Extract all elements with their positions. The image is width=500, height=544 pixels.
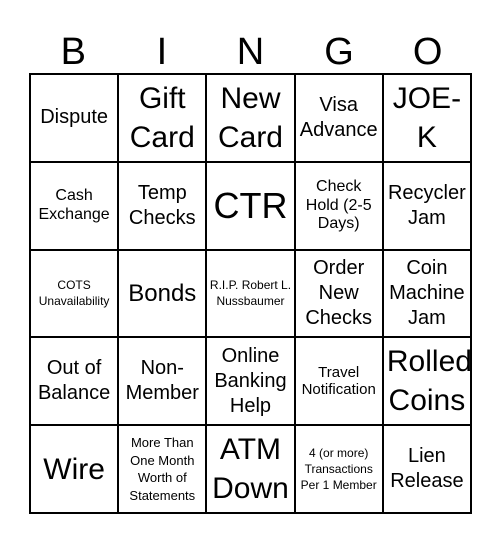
cell-label: Gift Card bbox=[129, 81, 195, 154]
bingo-cell[interactable]: Gift Card bbox=[118, 74, 207, 162]
cell-label: Check Hold (2-5 Days) bbox=[305, 178, 372, 232]
bingo-cell[interactable]: Bonds bbox=[118, 249, 207, 338]
bingo-cell[interactable]: Coin Machine Jam bbox=[382, 249, 471, 338]
header-letter: N bbox=[236, 31, 265, 73]
cell-label: Visa Advance bbox=[299, 93, 378, 141]
cell-label: ATM Down bbox=[212, 433, 289, 506]
header-letter: G bbox=[324, 31, 354, 73]
cell-label: Wire bbox=[43, 452, 105, 486]
bingo-cell[interactable]: More Than One Month Worth of Statements bbox=[118, 425, 207, 513]
header-letter: B bbox=[60, 31, 86, 73]
bingo-cell[interactable]: Out of Balance bbox=[30, 337, 119, 426]
cell-label: R.I.P. Robert L. Nussbaumer bbox=[209, 278, 292, 309]
cell-label: 4 (or more) Transactions Per 1 Member bbox=[300, 445, 377, 493]
bingo-header: BINGO bbox=[29, 30, 472, 74]
bingo-cell[interactable]: R.I.P. Robert L. Nussbaumer bbox=[206, 249, 295, 338]
bingo-cell[interactable]: Recycler Jam bbox=[382, 161, 471, 250]
bingo-cell[interactable]: New Card bbox=[206, 74, 295, 162]
bingo-cell[interactable]: Cash Exchange bbox=[30, 161, 119, 250]
bingo-cell[interactable]: Wire bbox=[30, 425, 119, 513]
cell-label: Travel Notification bbox=[301, 364, 376, 399]
cell-label: More Than One Month Worth of Statements bbox=[129, 435, 196, 503]
header-letter: I bbox=[156, 31, 168, 73]
cell-label: Non-Member bbox=[125, 357, 199, 405]
bingo-cell[interactable]: CTR bbox=[206, 161, 295, 250]
cell-label: COTS Unavailability bbox=[38, 278, 110, 309]
cell-label: Rolled Coins bbox=[386, 345, 471, 418]
cell-label: JOE-K bbox=[392, 81, 462, 154]
bingo-cell[interactable]: COTS Unavailability bbox=[30, 249, 119, 338]
cell-label: Order New Checks bbox=[305, 256, 373, 329]
bingo-cell[interactable]: Order New Checks bbox=[294, 249, 383, 338]
cell-label: Lien Release bbox=[390, 445, 464, 493]
cell-label: Cash Exchange bbox=[38, 187, 110, 223]
cell-label: Coin Machine Jam bbox=[389, 256, 465, 329]
bingo-cell[interactable]: Dispute bbox=[30, 74, 119, 162]
bingo-cell[interactable]: ATM Down bbox=[206, 425, 295, 513]
cell-label: Bonds bbox=[128, 279, 197, 307]
cell-label: Recycler Jam bbox=[387, 181, 466, 229]
header-letter: O bbox=[412, 31, 443, 73]
cell-label: Online Banking Help bbox=[214, 344, 287, 417]
bingo-cell[interactable]: Online Banking Help bbox=[206, 337, 295, 426]
cell-label: Dispute bbox=[40, 106, 108, 129]
bingo-cell[interactable]: Check Hold (2-5 Days) bbox=[294, 161, 383, 250]
bingo-cell[interactable]: Travel Notification bbox=[294, 337, 383, 426]
bingo-cell[interactable]: 4 (or more) Transactions Per 1 Member bbox=[294, 425, 383, 513]
cell-label: Temp Checks bbox=[128, 181, 196, 229]
bingo-cell[interactable]: JOE-K bbox=[382, 74, 471, 162]
bingo-cell[interactable]: Temp Checks bbox=[118, 161, 207, 250]
bingo-grid: Dispute Gift Card New Card Visa Advance JOE-… bbox=[29, 73, 472, 514]
bingo-cell[interactable]: Rolled Coins bbox=[382, 337, 471, 426]
cell-label: New Card bbox=[217, 81, 283, 154]
bingo-cell[interactable]: Non-Member bbox=[118, 337, 207, 426]
cell-label: Out of Balance bbox=[37, 357, 111, 405]
cell-label: CTR bbox=[213, 185, 288, 226]
bingo-cell[interactable]: Visa Advance bbox=[294, 74, 383, 162]
bingo-cell[interactable]: Lien Release bbox=[382, 425, 471, 513]
